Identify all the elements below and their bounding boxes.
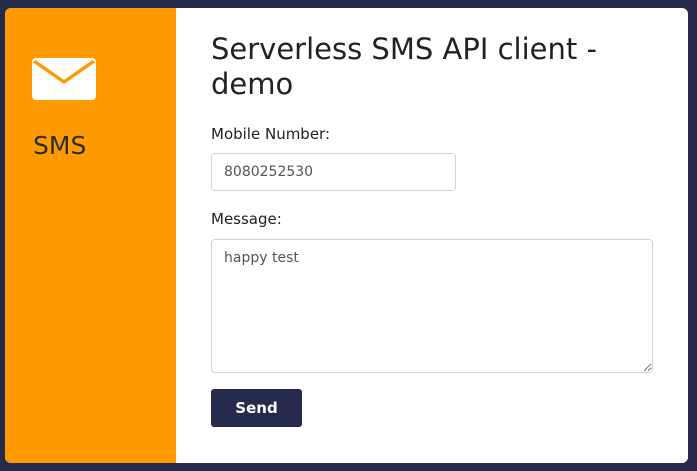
- sidebar: SMS: [5, 8, 176, 463]
- page-title: Serverless SMS API client - demo: [211, 32, 597, 101]
- send-button[interactable]: Send: [211, 389, 302, 427]
- mobile-number-label: Mobile Number:: [211, 125, 331, 143]
- envelope-icon: [32, 58, 96, 100]
- mobile-number-input[interactable]: [211, 153, 456, 191]
- sidebar-title: SMS: [33, 131, 87, 160]
- app-card: SMS Serverless SMS API client - demo Mob…: [5, 8, 688, 463]
- message-textarea[interactable]: happy test: [211, 239, 653, 373]
- message-label: Message:: [211, 210, 282, 228]
